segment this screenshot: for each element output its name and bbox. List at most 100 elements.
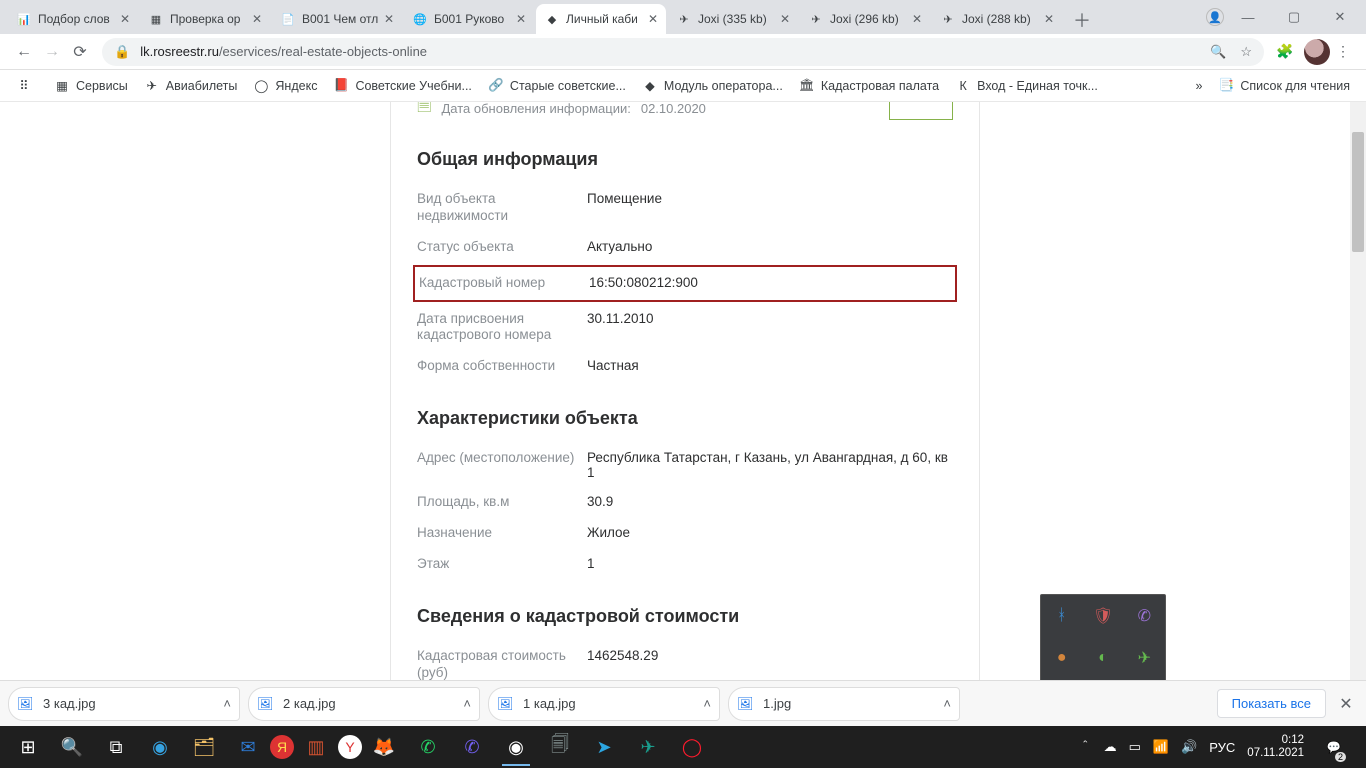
- download-filename: 3 кад.jpg: [43, 696, 223, 711]
- tab-close-icon[interactable]: ✕: [778, 12, 792, 26]
- tray-expand-icon[interactable]: ＾: [1079, 738, 1092, 757]
- bookmark-item[interactable]: ▦Сервисы: [46, 72, 136, 100]
- browser-tab[interactable]: ▦Проверка ор✕: [140, 4, 270, 34]
- tab-close-icon[interactable]: ✕: [514, 12, 528, 26]
- wifi-icon[interactable]: 📶: [1153, 739, 1169, 755]
- reading-list-button[interactable]: 📑 Список для чтения: [1210, 72, 1358, 100]
- download-item[interactable]: 🖼3 кад.jpg˄: [8, 687, 240, 721]
- bookmark-item[interactable]: 🏛Кадастровая палата: [791, 72, 947, 100]
- language-indicator[interactable]: РУС: [1209, 740, 1235, 755]
- bookmarks-overflow[interactable]: »: [1187, 72, 1210, 100]
- chrome-taskbar-icon[interactable]: ◉: [494, 726, 538, 768]
- notifications-button[interactable]: 💬2: [1316, 726, 1352, 768]
- yandex-browser-icon[interactable]: Y: [338, 735, 362, 759]
- new-tab-button[interactable]: ＋: [1068, 6, 1096, 34]
- browser-tab[interactable]: ✈Joxi (335 kb)✕: [668, 4, 798, 34]
- address-bar[interactable]: 🔒 lk.rosreestr.ru/eservices/real-estate-…: [102, 38, 1264, 66]
- download-item[interactable]: 🖼1.jpg˄: [728, 687, 960, 721]
- section-characteristics-title: Характеристики объекта: [417, 408, 953, 429]
- onedrive-icon[interactable]: ☁: [1104, 739, 1117, 755]
- download-item[interactable]: 🖼1 кад.jpg˄: [488, 687, 720, 721]
- property-card: 🗎 Дата обновления информации: 02.10.2020…: [390, 102, 980, 680]
- extensions-icon[interactable]: 🧩: [1272, 39, 1298, 65]
- reload-button[interactable]: ⟳: [66, 38, 94, 66]
- download-menu-icon[interactable]: ˄: [943, 696, 951, 711]
- property-value: 30.9: [587, 494, 953, 509]
- bookmark-item[interactable]: КВход - Единая точк...: [947, 72, 1106, 100]
- browser-tab[interactable]: ◆Личный каби✕: [536, 4, 666, 34]
- chrome-menu-icon[interactable]: ⋮: [1330, 39, 1356, 65]
- bookmark-item[interactable]: 📕Советские Учебни...: [325, 72, 479, 100]
- property-row: Кадастровая стоимость (руб)1462548.29: [417, 641, 953, 680]
- tab-close-icon[interactable]: ✕: [646, 12, 660, 26]
- property-value: Республика Татарстан, г Казань, ул Аванг…: [587, 450, 953, 480]
- tab-close-icon[interactable]: ✕: [382, 12, 396, 26]
- task-view-icon[interactable]: ⧉: [94, 726, 138, 768]
- bookmark-star-icon[interactable]: ☆: [1240, 44, 1252, 60]
- volume-icon[interactable]: 🔊: [1181, 739, 1197, 755]
- search-taskbar-icon[interactable]: 🔍: [50, 726, 94, 768]
- bookmark-item[interactable]: ◆Модуль оператора...: [634, 72, 791, 100]
- bookmark-item[interactable]: ✈Авиабилеты: [136, 72, 246, 100]
- download-item[interactable]: 🖼2 кад.jpg˄: [248, 687, 480, 721]
- scrollbar-thumb[interactable]: [1352, 132, 1364, 252]
- app-taskbar-icon[interactable]: 🗐: [538, 726, 582, 768]
- firefox-icon[interactable]: 🦊: [362, 726, 406, 768]
- tab-close-icon[interactable]: ✕: [910, 12, 924, 26]
- viber-taskbar-icon[interactable]: ✆: [450, 726, 494, 768]
- bookmark-favicon: ◯: [253, 78, 269, 94]
- status-badge: [889, 102, 953, 120]
- back-button[interactable]: ←: [10, 38, 38, 66]
- browser-tab[interactable]: ✈Joxi (288 kb)✕: [932, 4, 1062, 34]
- whatsapp-icon[interactable]: ✆: [406, 726, 450, 768]
- opera-icon[interactable]: ◯: [670, 726, 714, 768]
- tab-close-icon[interactable]: ✕: [250, 12, 264, 26]
- viber-icon[interactable]: ✆: [1124, 595, 1165, 637]
- explorer-icon[interactable]: 🗂: [182, 726, 226, 768]
- download-menu-icon[interactable]: ˄: [703, 696, 711, 711]
- office-icon[interactable]: ▥: [294, 726, 338, 768]
- app-tray-icon[interactable]: ●: [1041, 637, 1082, 679]
- tab-favicon: ◆: [544, 11, 560, 27]
- browser-tab[interactable]: 📄В001 Чем отл✕: [272, 4, 402, 34]
- bookmark-label: Советские Учебни...: [355, 79, 471, 93]
- yandex-icon[interactable]: Я: [270, 735, 294, 759]
- maximize-button[interactable]: ▢: [1272, 3, 1316, 31]
- download-menu-icon[interactable]: ˄: [223, 696, 231, 711]
- edge-icon[interactable]: ◉: [138, 726, 182, 768]
- chrome-account-icon[interactable]: 👤: [1206, 8, 1224, 26]
- browser-tab[interactable]: ✈Joxi (296 kb)✕: [800, 4, 930, 34]
- tab-close-icon[interactable]: ✕: [1042, 12, 1056, 26]
- joxi-taskbar-icon[interactable]: ✈: [626, 726, 670, 768]
- taskbar-clock[interactable]: 0:12 07.11.2021: [1247, 734, 1304, 760]
- tab-title: Подбор слов: [38, 12, 118, 26]
- search-in-page-icon[interactable]: 🔍: [1210, 44, 1226, 60]
- bookmarks-bar: ⠿ ▦Сервисы✈Авиабилеты◯Яндекс📕Советские У…: [0, 70, 1366, 102]
- joxi-tray-icon[interactable]: ✈: [1124, 637, 1165, 679]
- minimize-button[interactable]: —: [1226, 3, 1270, 31]
- telegram-icon[interactable]: ➤: [582, 726, 626, 768]
- battery-icon[interactable]: ▭: [1129, 739, 1141, 755]
- close-window-button[interactable]: ✕: [1318, 3, 1362, 31]
- app-tray-icon[interactable]: ◐: [1082, 637, 1123, 679]
- tab-title: Проверка ор: [170, 12, 250, 26]
- forward-button[interactable]: →: [38, 38, 66, 66]
- tab-favicon: ✈: [808, 11, 824, 27]
- browser-tab[interactable]: 🌐Б001 Руково✕: [404, 4, 534, 34]
- bookmark-item[interactable]: 🔗Старые советские...: [480, 72, 634, 100]
- tab-close-icon[interactable]: ✕: [118, 12, 132, 26]
- bluetooth-icon[interactable]: ᚼ: [1041, 595, 1082, 637]
- profile-avatar[interactable]: [1304, 39, 1330, 65]
- close-downloads-shelf-button[interactable]: ✕: [1334, 694, 1358, 714]
- bookmark-label: Авиабилеты: [166, 79, 238, 93]
- show-all-downloads-button[interactable]: Показать все: [1217, 689, 1326, 718]
- mail-icon[interactable]: ✉: [226, 726, 270, 768]
- scrollbar[interactable]: [1350, 102, 1366, 680]
- apps-button[interactable]: ⠿: [8, 72, 46, 100]
- security-icon[interactable]: 🛡: [1082, 595, 1123, 637]
- windows-taskbar: ⊞ 🔍 ⧉ ◉ 🗂 ✉ Я ▥ Y 🦊 ✆ ✆ ◉ 🗐 ➤ ✈ ◯ ＾ ☁ ▭ …: [0, 726, 1366, 768]
- bookmark-item[interactable]: ◯Яндекс: [245, 72, 325, 100]
- browser-tab[interactable]: 📊Подбор слов✕: [8, 4, 138, 34]
- start-button[interactable]: ⊞: [6, 726, 50, 768]
- download-menu-icon[interactable]: ˄: [463, 696, 471, 711]
